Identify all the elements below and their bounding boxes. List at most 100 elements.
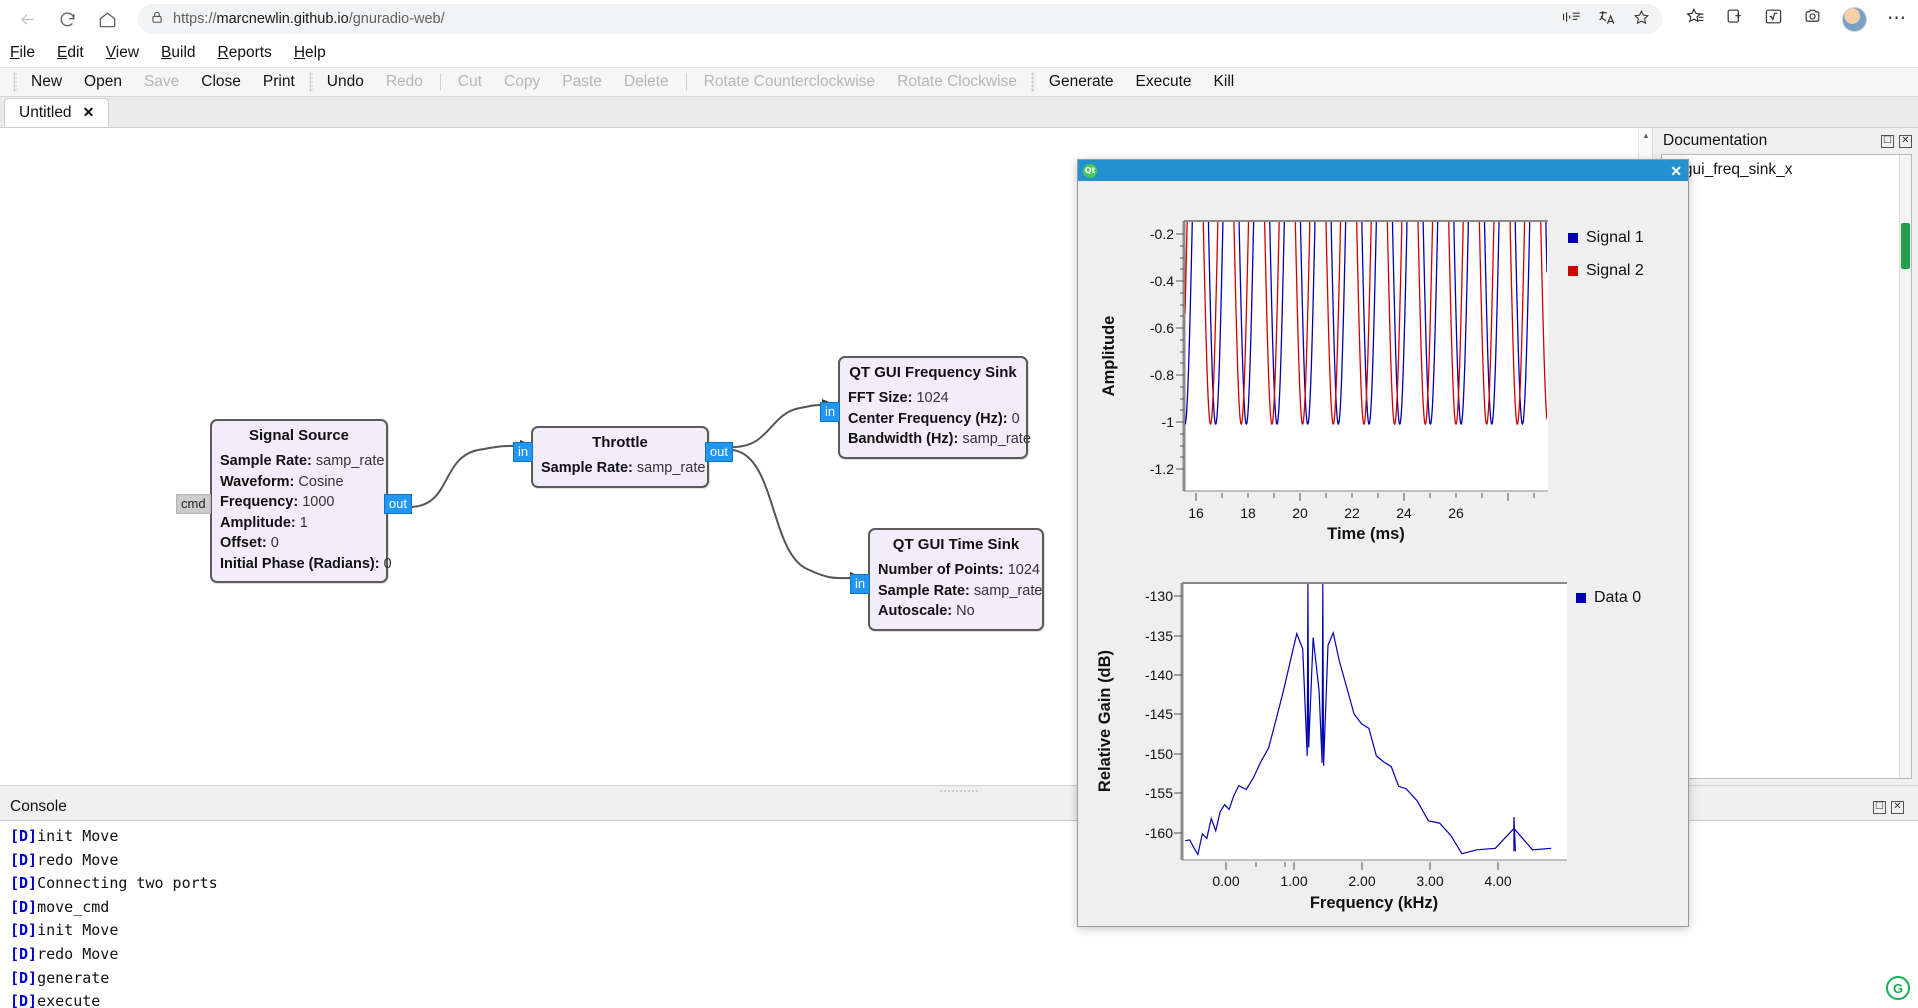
document-tab-label: Untitled xyxy=(19,103,72,121)
svg-text:-0.6: -0.6 xyxy=(1150,320,1174,336)
profile-avatar[interactable] xyxy=(1842,6,1867,32)
read-aloud-icon[interactable] xyxy=(1562,9,1582,29)
toolbar-separator xyxy=(1030,72,1035,92)
more-options-icon[interactable]: ⋯ xyxy=(1887,9,1908,28)
documentation-scrollbar[interactable] xyxy=(1899,155,1911,778)
menu-view[interactable]: View xyxy=(106,44,139,62)
toolbar-close-button[interactable]: Close xyxy=(190,73,252,91)
block-param-row: Autoscale: No xyxy=(878,601,1034,622)
legend-swatch-signal2 xyxy=(1568,266,1578,276)
close-pane-icon[interactable]: ✕ xyxy=(1891,800,1904,814)
console-line: [D]execute xyxy=(10,990,1908,1008)
toolbar-open-button[interactable]: Open xyxy=(73,73,133,91)
svg-text:Time (ms): Time (ms) xyxy=(1327,525,1405,543)
block-port-out[interactable]: out xyxy=(383,494,412,514)
qt-window-titlebar[interactable]: Qt ✕ xyxy=(1078,160,1688,181)
reload-icon[interactable] xyxy=(50,4,84,34)
close-icon[interactable]: ✕ xyxy=(83,104,95,121)
flowgraph-block-qt-gui-time-sink[interactable]: QT GUI Time Sink Number of Points: 1024 … xyxy=(850,528,1044,631)
console-line-level: [D] xyxy=(10,968,38,987)
console-line-level: [D] xyxy=(10,827,38,845)
math-solver-icon[interactable] xyxy=(1764,7,1783,31)
close-icon[interactable]: ✕ xyxy=(1670,164,1682,178)
param-key: Center Frequency (Hz): xyxy=(848,410,1008,427)
svg-text:16: 16 xyxy=(1188,505,1204,521)
block-port-out[interactable]: out xyxy=(704,442,733,462)
qt-logo-icon: Qt xyxy=(1083,163,1097,178)
collections-icon[interactable] xyxy=(1725,7,1744,31)
float-pane-icon[interactable]: ☐ xyxy=(1873,800,1886,814)
documentation-pane: Documentation ☐ ✕ qtgui_freq_sink_x xyxy=(1653,128,1918,785)
home-icon[interactable] xyxy=(90,4,124,34)
time-sink-plot-area[interactable]: -0.2 -0.4 -0.6 -0.8 -1 -1.2 16 18 20 22 … xyxy=(1078,181,1688,571)
console-line-level: [D] xyxy=(10,897,38,916)
toolbar-execute-button[interactable]: Execute xyxy=(1125,73,1203,91)
block-param-row: Sample Rate: samp_rate xyxy=(878,581,1042,602)
param-value: 1000 xyxy=(302,494,335,510)
flowgraph-block-signal-source[interactable]: Signal Source Sample Rate: samp_rate Wav… xyxy=(176,419,412,583)
splitter-grip-icon xyxy=(939,788,979,792)
param-value: 1 xyxy=(299,514,308,531)
svg-text:-1: -1 xyxy=(1162,414,1175,430)
flowgraph-block-throttle[interactable]: Throttle Sample Rate: samp_rate in out xyxy=(513,426,733,488)
legend-item[interactable]: Data 0 xyxy=(1576,589,1641,607)
back-arrow-icon[interactable] xyxy=(10,4,44,34)
menu-file[interactable]: FFileile xyxy=(10,44,35,62)
documentation-content[interactable]: qtgui_freq_sink_x xyxy=(1661,154,1912,779)
param-key: Amplitude: xyxy=(220,514,296,531)
console-line-level: [D] xyxy=(10,921,38,940)
toolbar-print-button[interactable]: Print xyxy=(252,73,306,91)
extension-badge-icon[interactable]: G xyxy=(1886,976,1910,1000)
svg-text:26: 26 xyxy=(1448,505,1464,521)
param-value: 1024 xyxy=(916,390,949,406)
menu-help[interactable]: Help xyxy=(294,44,326,62)
block-port-in[interactable]: in xyxy=(850,574,871,594)
block-param-row: Initial Phase (Radians): 0 xyxy=(220,554,392,575)
screenshot-icon[interactable] xyxy=(1803,7,1822,31)
param-key: Bandwidth (Hz): xyxy=(848,431,959,447)
block-port-in[interactable]: in xyxy=(820,402,841,422)
browser-toolbar: https://marcnewlin.github.io/gnuradio-we… xyxy=(0,0,1918,38)
float-pane-icon[interactable]: ☐ xyxy=(1881,134,1894,148)
address-bar[interactable]: https://marcnewlin.github.io/gnuradio-we… xyxy=(138,4,1662,34)
console-line-text: redo Move xyxy=(37,850,119,869)
toolbar-separator xyxy=(685,73,687,91)
toolbar-grip xyxy=(13,72,17,92)
translate-icon[interactable] xyxy=(1598,9,1617,30)
block-title: QT GUI Frequency Sink xyxy=(849,364,1017,381)
svg-text:22: 22 xyxy=(1344,505,1360,521)
menu-build[interactable]: Build xyxy=(161,44,195,62)
scrollbar-thumb[interactable] xyxy=(1901,223,1910,269)
legend-item[interactable]: Signal 2 xyxy=(1568,262,1644,280)
toolbar-rotate-ccw-button: Rotate Counterclockwise xyxy=(703,73,876,90)
param-key: Sample Rate: xyxy=(220,453,312,469)
toolbar-kill-button[interactable]: Kill xyxy=(1203,73,1246,91)
toolbar-undo-button[interactable]: Undo xyxy=(316,73,375,91)
param-key: Initial Phase (Radians): xyxy=(220,555,380,572)
console-line-text: execute xyxy=(37,992,101,1008)
document-tab-untitled[interactable]: Untitled ✕ xyxy=(4,98,110,127)
freq-sink-plot-area[interactable]: -130 -135 -140 -145 -150 -155 -160 0.00 … xyxy=(1078,571,1688,926)
svg-text:20: 20 xyxy=(1292,505,1308,521)
toolbar-new-button[interactable]: New xyxy=(20,73,73,91)
favorites-icon[interactable] xyxy=(1686,7,1705,31)
star-icon[interactable] xyxy=(1633,9,1650,30)
legend-item[interactable]: Signal 1 xyxy=(1568,229,1644,247)
close-pane-icon[interactable]: ✕ xyxy=(1899,134,1912,148)
svg-text:Frequency (kHz): Frequency (kHz) xyxy=(1310,894,1438,912)
svg-text:-155: -155 xyxy=(1145,785,1173,801)
toolbar-generate-button[interactable]: Generate xyxy=(1038,73,1125,91)
flowgraph-block-qt-gui-frequency-sink[interactable]: QT GUI Frequency Sink FFT Size: 1024 Cen… xyxy=(820,356,1031,459)
menu-reports[interactable]: Reports xyxy=(218,44,272,62)
svg-text:0.00: 0.00 xyxy=(1212,873,1239,889)
toolbar-rotate-cw-button: Rotate Clockwise xyxy=(897,73,1017,90)
qt-window-body: -0.2 -0.4 -0.6 -0.8 -1 -1.2 16 18 20 22 … xyxy=(1078,181,1688,926)
svg-text:-140: -140 xyxy=(1145,667,1173,683)
chevron-up-icon[interactable]: ▲ xyxy=(1639,128,1652,142)
qt-gui-window[interactable]: Qt ✕ -0.2 -0.4 -0.6 -0.8 -1 -1.2 16 18 2… xyxy=(1077,159,1689,927)
param-key: FFT Size: xyxy=(848,390,913,406)
menu-edit[interactable]: Edit xyxy=(57,44,84,62)
block-port-cmd[interactable]: cmd xyxy=(176,494,211,514)
block-port-in[interactable]: in xyxy=(513,442,534,462)
param-key: Waveform: xyxy=(220,473,295,490)
